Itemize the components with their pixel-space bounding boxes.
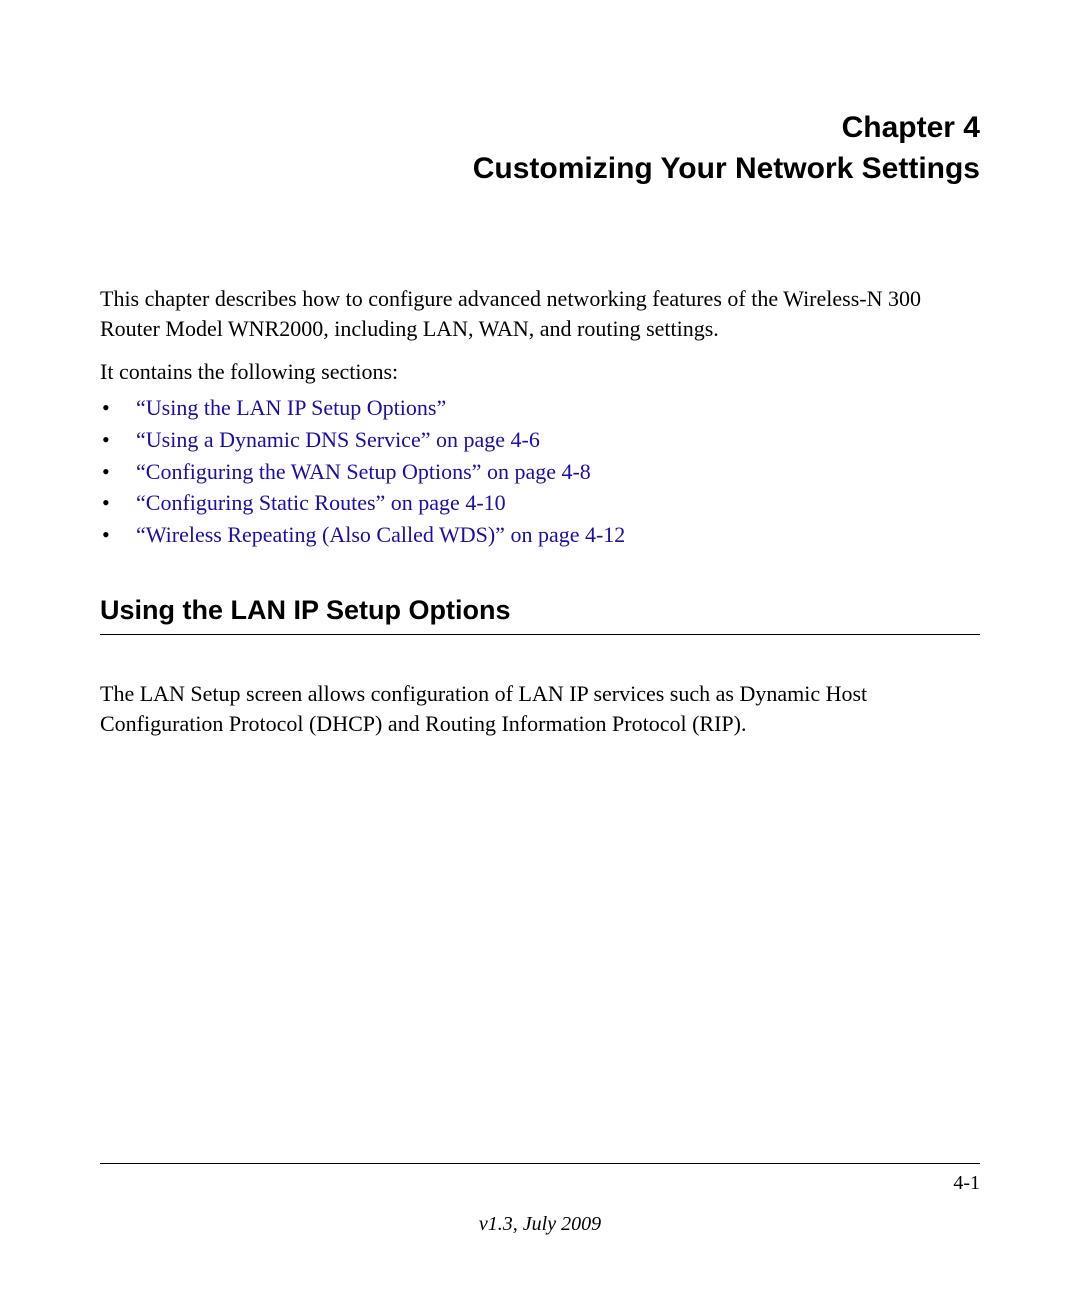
chapter-number: Chapter 4 [100,108,980,149]
document-page: Chapter 4 Customizing Your Network Setti… [0,0,1080,1296]
toc-link-wds[interactable]: “Wireless Repeating (Also Called WDS)” o… [136,522,625,547]
footer-rule [100,1163,980,1164]
intro-paragraph: This chapter describes how to configure … [100,284,980,343]
sections-label: It contains the following sections: [100,357,980,387]
toc-item: “Using a Dynamic DNS Service” on page 4-… [100,425,980,456]
section-heading-lan-ip: Using the LAN IP Setup Options [100,595,980,635]
section-body: The LAN Setup screen allows configuratio… [100,679,980,738]
toc-link-dynamic-dns[interactable]: “Using a Dynamic DNS Service” on page 4-… [136,427,540,452]
toc-link-wan-setup[interactable]: “Configuring the WAN Setup Options” on p… [136,459,591,484]
toc-link-lan-ip-setup[interactable]: “Using the LAN IP Setup Options” [136,395,446,420]
page-footer: 4-1 v1.3, July 2009 [100,1163,980,1236]
toc-item: “Wireless Repeating (Also Called WDS)” o… [100,520,980,551]
footer-row: 4-1 [100,1172,980,1195]
chapter-header: Chapter 4 Customizing Your Network Setti… [100,108,980,189]
toc-item: “Configuring the WAN Setup Options” on p… [100,457,980,488]
toc-item: “Configuring Static Routes” on page 4-10 [100,488,980,519]
footer-version: v1.3, July 2009 [100,1213,980,1236]
chapter-title: Customizing Your Network Settings [100,149,980,190]
page-number: 4-1 [953,1172,980,1195]
toc-list: “Using the LAN IP Setup Options” “Using … [100,393,980,551]
toc-item: “Using the LAN IP Setup Options” [100,393,980,424]
toc-link-static-routes[interactable]: “Configuring Static Routes” on page 4-10 [136,490,506,515]
